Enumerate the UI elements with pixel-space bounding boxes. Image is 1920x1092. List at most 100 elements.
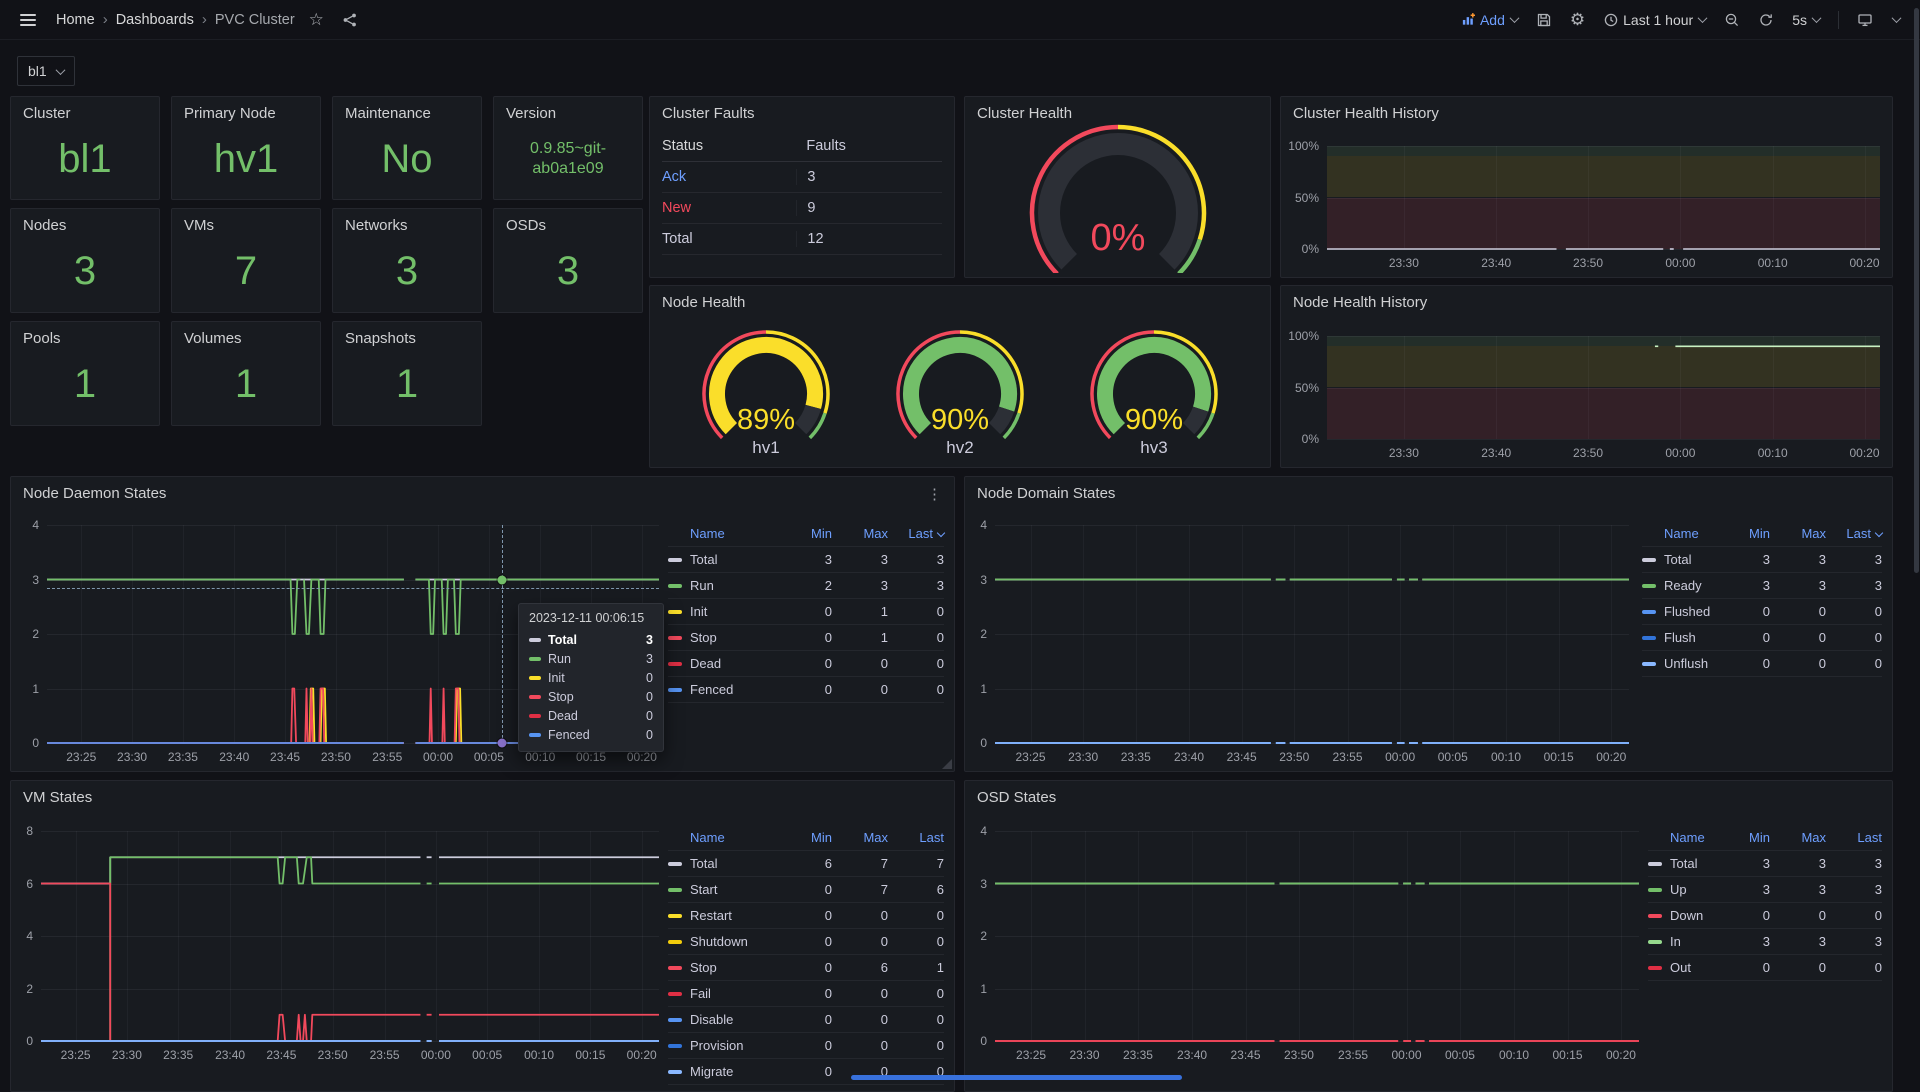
legend-row-run[interactable]: Run233 <box>668 573 944 599</box>
x-axis-tick-label: 00:10 <box>1491 750 1521 764</box>
menu-toggle-button[interactable] <box>16 10 40 30</box>
legend-row-fail[interactable]: Fail000 <box>668 981 944 1007</box>
series-color-swatch <box>1642 610 1656 614</box>
refresh-dashboard-button[interactable] <box>1754 8 1778 32</box>
series-color-swatch <box>1648 940 1662 944</box>
legend-row-restart[interactable]: Restart000 <box>668 903 944 929</box>
series-color-swatch <box>1642 584 1656 588</box>
panel-stat-snapshots: Snapshots 1 <box>332 321 482 426</box>
vm-states-plot-area[interactable]: 0246823:2523:3023:3523:4023:4523:5023:55… <box>41 831 659 1041</box>
node-daemon-states-legend: NameMinMaxLastTotal333Run233Init010Stop0… <box>668 521 944 703</box>
share-button[interactable] <box>338 8 362 32</box>
monitor-icon <box>1857 12 1873 28</box>
horizontal-scrollbar-thumb[interactable] <box>851 1075 1182 1080</box>
panel-cluster-health: Cluster Health 0% <box>964 96 1271 278</box>
cluster-health-history-plot-area[interactable]: 0%50%100%23:3023:4023:5000:0000:1000:20 <box>1327 146 1880 249</box>
breadcrumb-dashboards[interactable]: Dashboards <box>116 12 194 28</box>
series-color-swatch <box>1642 662 1656 666</box>
series-color-swatch <box>668 584 682 588</box>
legend-row-unflush[interactable]: Unflush000 <box>1642 651 1882 677</box>
node-health-gauge-hv1: 89%hv1 <box>688 324 844 464</box>
series-color-swatch <box>668 940 682 944</box>
gauge-value: 0% <box>1013 217 1223 260</box>
panel-stat-vms: VMs 7 <box>171 208 321 313</box>
node-health-history-plot-area[interactable]: 0%50%100%23:3023:4023:5000:0000:1000:20 <box>1327 336 1880 439</box>
tooltip-row: Total3 <box>529 630 653 649</box>
legend-row-total[interactable]: Total333 <box>1642 547 1882 573</box>
legend-row-ready[interactable]: Ready333 <box>1642 573 1882 599</box>
y-axis-tick-label: 2 <box>26 982 33 996</box>
x-axis-tick-label: 00:20 <box>1850 256 1880 270</box>
panel-resize-handle[interactable] <box>942 759 952 769</box>
legend-row-total[interactable]: Total677 <box>668 851 944 877</box>
y-axis-tick-label: 3 <box>980 877 987 891</box>
cluster-health-gauge: 0% <box>1013 121 1223 273</box>
legend-row-stop[interactable]: Stop010 <box>668 625 944 651</box>
refresh-interval-dropdown[interactable]: 5s <box>1788 8 1824 32</box>
x-axis-tick-label: 23:35 <box>1121 750 1151 764</box>
vertical-scrollbar-thumb[interactable] <box>1914 8 1919 573</box>
legend-row-in[interactable]: In333 <box>1648 929 1882 955</box>
legend-row-shutdown[interactable]: Shutdown000 <box>668 929 944 955</box>
y-axis-tick-label: 0 <box>26 1034 33 1048</box>
x-axis-tick-label: 00:15 <box>575 1048 605 1062</box>
legend-row-fenced[interactable]: Fenced000 <box>668 677 944 703</box>
panel-title: Primary Node <box>172 97 320 126</box>
x-axis-tick-label: 00:15 <box>1544 750 1574 764</box>
series-color-swatch <box>668 558 682 562</box>
stat-value: bl1 <box>11 137 159 182</box>
legend-row-provision[interactable]: Provision000 <box>668 1033 944 1059</box>
save-dashboard-button[interactable] <box>1532 8 1556 32</box>
x-axis-tick-label: 00:00 <box>1392 1048 1422 1062</box>
faults-table-header: StatusFaults <box>662 131 942 162</box>
series-color-swatch <box>1642 636 1656 640</box>
y-axis-tick-label: 1 <box>980 682 987 696</box>
x-axis-tick-label: 23:45 <box>266 1048 296 1062</box>
toolbar-divider <box>1838 11 1839 29</box>
legend-row-total[interactable]: Total333 <box>668 547 944 573</box>
stat-value: No <box>333 137 481 182</box>
legend-row-stop[interactable]: Stop061 <box>668 955 944 981</box>
stat-value: 1 <box>11 362 159 407</box>
legend-row-init[interactable]: Init010 <box>668 599 944 625</box>
legend-row-total[interactable]: Total333 <box>1648 851 1882 877</box>
legend-row-dead[interactable]: Dead000 <box>668 651 944 677</box>
osd-states-plot-area[interactable]: 0123423:2523:3023:3523:4023:4523:5023:55… <box>995 831 1639 1041</box>
legend-row-flush[interactable]: Flush000 <box>1642 625 1882 651</box>
legend-row-out[interactable]: Out000 <box>1648 955 1882 981</box>
breadcrumb-home[interactable]: Home <box>56 12 95 28</box>
legend-row-disable[interactable]: Disable000 <box>668 1007 944 1033</box>
legend-row-migrate[interactable]: Migrate000 <box>668 1059 944 1085</box>
y-axis-tick-label: 4 <box>980 518 987 532</box>
panel-node-health-history: Node Health History 0%50%100%23:3023:402… <box>1280 285 1893 468</box>
x-axis-tick-label: 23:30 <box>1389 256 1419 270</box>
y-axis-tick-label: 4 <box>32 518 39 532</box>
x-axis-tick-label: 23:40 <box>1481 446 1511 460</box>
share-icon <box>342 12 358 28</box>
node-health-history-chart: 0%50%100%23:3023:4023:5000:0000:1000:20 <box>1281 286 1892 467</box>
add-panel-button[interactable]: Add <box>1457 8 1522 32</box>
chevron-down-icon <box>1892 13 1902 23</box>
dashboard-settings-button[interactable]: ⚙ <box>1566 7 1589 32</box>
legend-row-start[interactable]: Start076 <box>668 877 944 903</box>
panel-title: Snapshots <box>333 322 481 351</box>
faults-table-row-ack: Ack3 <box>662 162 942 193</box>
legend-row-down[interactable]: Down000 <box>1648 903 1882 929</box>
legend-row-flushed[interactable]: Flushed000 <box>1642 599 1882 625</box>
toolbar-expand-button[interactable] <box>1887 12 1904 27</box>
x-axis-tick-label: 23:55 <box>372 750 402 764</box>
zoom-out-time-button[interactable] <box>1720 8 1744 32</box>
variable-selector-cluster[interactable]: bl1 <box>17 56 75 86</box>
stat-value: 3 <box>494 249 642 294</box>
x-axis-tick-label: 00:20 <box>1596 750 1626 764</box>
gauge-node-label: hv2 <box>882 438 1038 458</box>
time-range-picker[interactable]: Last 1 hour <box>1599 8 1710 32</box>
tv-mode-button[interactable] <box>1853 8 1877 32</box>
favorite-star-button[interactable]: ☆ <box>305 6 328 34</box>
legend-row-up[interactable]: Up333 <box>1648 877 1882 903</box>
hovered-data-point <box>497 739 506 748</box>
node-domain-states-plot-area[interactable]: 0123423:2523:3023:3523:4023:4523:5023:55… <box>995 525 1629 743</box>
osd-states-legend: NameMinMaxLastTotal333Up333Down000In333O… <box>1648 825 1882 981</box>
hovered-data-point <box>497 575 506 584</box>
tooltip-row: Init0 <box>529 668 653 687</box>
